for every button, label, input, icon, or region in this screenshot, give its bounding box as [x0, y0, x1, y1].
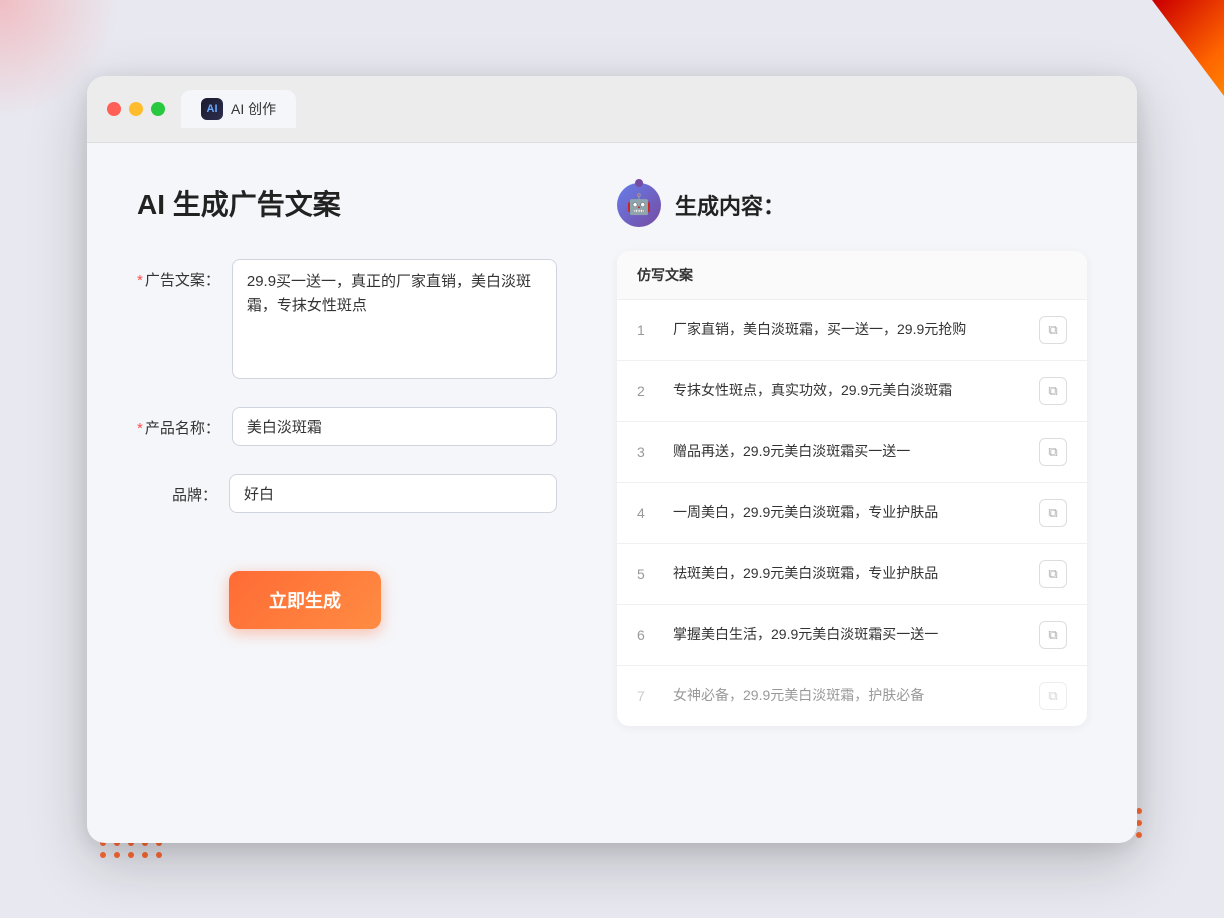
copy-icon[interactable]: ⧉	[1039, 316, 1067, 344]
title-bar: AI AI 创作	[87, 76, 1137, 143]
row-text: 一周美白，29.9元美白淡斑霜，专业护肤品	[673, 502, 1023, 523]
table-header: 仿写文案	[617, 251, 1087, 300]
table-row: 7 女神必备，29.9元美白淡斑霜，护肤必备 ⧉	[617, 666, 1087, 726]
close-button[interactable]	[107, 102, 121, 116]
table-row: 1 厂家直销，美白淡斑霜，买一送一，29.9元抢购 ⧉	[617, 300, 1087, 361]
ad-copy-input[interactable]	[232, 259, 557, 379]
product-name-input[interactable]	[232, 407, 557, 446]
row-number: 1	[637, 322, 657, 338]
copy-icon[interactable]: ⧉	[1039, 377, 1067, 405]
tab-ai-icon: AI	[201, 98, 223, 120]
brand-input[interactable]	[229, 474, 557, 513]
right-panel-title: 生成内容：	[675, 189, 785, 221]
table-row: 6 掌握美白生活，29.9元美白淡斑霜买一送一 ⧉	[617, 605, 1087, 666]
row-text: 女神必备，29.9元美白淡斑霜，护肤必备	[673, 685, 1023, 706]
ad-copy-group: *广告文案：	[137, 259, 557, 379]
row-text: 厂家直销，美白淡斑霜，买一送一，29.9元抢购	[673, 319, 1023, 340]
ad-copy-required-star: *	[137, 272, 143, 289]
results-rows: 1 厂家直销，美白淡斑霜，买一送一，29.9元抢购 ⧉ 2 专抹女性斑点，真实功…	[617, 300, 1087, 726]
table-row: 2 专抹女性斑点，真实功效，29.9元美白淡斑霜 ⧉	[617, 361, 1087, 422]
row-number: 6	[637, 627, 657, 643]
row-number: 4	[637, 505, 657, 521]
copy-icon[interactable]: ⧉	[1039, 438, 1067, 466]
tab-label: AI 创作	[231, 99, 276, 119]
right-header: 🤖 生成内容：	[617, 183, 1087, 227]
traffic-lights	[107, 102, 165, 116]
ad-copy-label: *广告文案：	[137, 259, 220, 290]
product-name-group: *产品名称：	[137, 407, 557, 446]
row-number: 7	[637, 688, 657, 704]
minimize-button[interactable]	[129, 102, 143, 116]
table-row: 5 祛斑美白，29.9元美白淡斑霜，专业护肤品 ⧉	[617, 544, 1087, 605]
row-text: 赠品再送，29.9元美白淡斑霜买一送一	[673, 441, 1023, 462]
row-text: 祛斑美白，29.9元美白淡斑霜，专业护肤品	[673, 563, 1023, 584]
main-content: AI 生成广告文案 *广告文案： *产品名称： 品牌： 立	[87, 143, 1137, 843]
copy-icon[interactable]: ⧉	[1039, 682, 1067, 710]
results-table: 仿写文案 1 厂家直销，美白淡斑霜，买一送一，29.9元抢购 ⧉ 2 专抹女性斑…	[617, 251, 1087, 726]
copy-icon[interactable]: ⧉	[1039, 621, 1067, 649]
left-panel: AI 生成广告文案 *广告文案： *产品名称： 品牌： 立	[137, 183, 557, 803]
row-number: 5	[637, 566, 657, 582]
row-number: 2	[637, 383, 657, 399]
copy-icon[interactable]: ⧉	[1039, 499, 1067, 527]
product-name-label: *产品名称：	[137, 407, 220, 438]
table-row: 3 赠品再送，29.9元美白淡斑霜买一送一 ⧉	[617, 422, 1087, 483]
row-number: 3	[637, 444, 657, 460]
table-row: 4 一周美白，29.9元美白淡斑霜，专业护肤品 ⧉	[617, 483, 1087, 544]
generate-button[interactable]: 立即生成	[229, 571, 381, 629]
brand-label: 品牌：	[137, 474, 217, 505]
brand-group: 品牌：	[137, 474, 557, 513]
row-text: 掌握美白生活，29.9元美白淡斑霜买一送一	[673, 624, 1023, 645]
row-text: 专抹女性斑点，真实功效，29.9元美白淡斑霜	[673, 380, 1023, 401]
right-panel: 🤖 生成内容： 仿写文案 1 厂家直销，美白淡斑霜，买一送一，29.9元抢购 ⧉…	[617, 183, 1087, 803]
table-header-text: 仿写文案	[637, 267, 693, 283]
copy-icon[interactable]: ⧉	[1039, 560, 1067, 588]
page-title: AI 生成广告文案	[137, 183, 557, 223]
tab-ai-creation[interactable]: AI AI 创作	[181, 90, 296, 128]
maximize-button[interactable]	[151, 102, 165, 116]
ai-robot-icon: 🤖	[617, 183, 661, 227]
product-required-star: *	[137, 420, 143, 437]
browser-window: AI AI 创作 AI 生成广告文案 *广告文案： *产品名称：	[87, 76, 1137, 843]
